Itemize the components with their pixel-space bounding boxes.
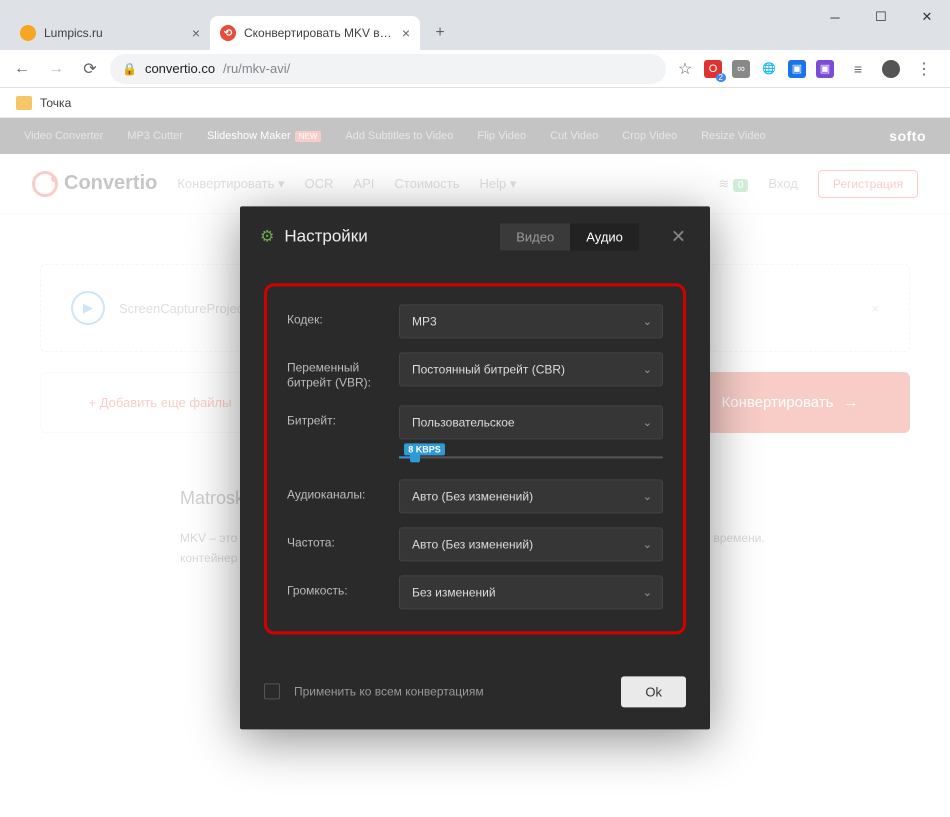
row-frequency: Частота: Авто (Без изменений) ⌄ bbox=[287, 527, 663, 561]
chevron-down-icon: ⌄ bbox=[643, 362, 652, 375]
chevron-down-icon: ⌄ bbox=[643, 586, 652, 599]
browser-tab-convertio[interactable]: ⟲ Сконвертировать MKV в AVI он × bbox=[210, 16, 420, 50]
forward-button[interactable]: → bbox=[42, 55, 70, 83]
url-path: /ru/mkv-avi/ bbox=[223, 61, 290, 76]
gear-icon: ⚙ bbox=[260, 226, 274, 246]
new-tab-button[interactable]: + bbox=[426, 19, 454, 47]
browser-menu-button[interactable]: ⋮ bbox=[910, 55, 938, 83]
highlighted-settings-area: Кодек: MP3 ⌄ Переменный битрейт (VBR): П… bbox=[264, 283, 686, 634]
select-frequency[interactable]: Авто (Без изменений) ⌄ bbox=[399, 527, 663, 561]
select-vbr[interactable]: Постоянный битрейт (CBR) ⌄ bbox=[399, 352, 663, 386]
apply-all-checkbox[interactable] bbox=[264, 684, 280, 700]
label-channels: Аудиоканалы: bbox=[287, 479, 387, 503]
chevron-down-icon: ⌄ bbox=[643, 314, 652, 327]
select-value: Без изменений bbox=[412, 585, 496, 599]
row-volume: Громкость: Без изменений ⌄ bbox=[287, 575, 663, 609]
modal-header: ⚙ Настройки Видео Аудио ✕ bbox=[240, 206, 710, 267]
lock-icon: 🔒 bbox=[122, 62, 137, 76]
row-codec: Кодек: MP3 ⌄ bbox=[287, 304, 663, 338]
reload-button[interactable]: ⟳ bbox=[76, 55, 104, 83]
modal-title: Настройки bbox=[284, 226, 367, 246]
select-value: Авто (Без изменений) bbox=[412, 489, 533, 503]
extension-icon[interactable]: ▣ bbox=[816, 60, 834, 78]
ok-button[interactable]: Ok bbox=[621, 676, 686, 707]
window-controls: ─ ☐ ✕ bbox=[812, 0, 950, 34]
select-channels[interactable]: Авто (Без изменений) ⌄ bbox=[399, 479, 663, 513]
extension-icon[interactable]: 🌐 bbox=[760, 60, 778, 78]
folder-icon bbox=[16, 96, 32, 110]
extension-icon[interactable]: ▣ bbox=[788, 60, 806, 78]
settings-modal: ⚙ Настройки Видео Аудио ✕ Кодек: MP3 ⌄ bbox=[240, 206, 710, 729]
select-value: MP3 bbox=[412, 314, 437, 328]
bookmark-star-icon[interactable]: ☆ bbox=[676, 60, 694, 78]
tab-video[interactable]: Видео bbox=[500, 223, 570, 250]
bitrate-slider[interactable]: 8 KBPS bbox=[399, 449, 663, 465]
row-bitrate: Битрейт: Пользовательское ⌄ 8 KBPS bbox=[287, 405, 663, 465]
close-window-button[interactable]: ✕ bbox=[904, 0, 950, 34]
slider-thumb[interactable] bbox=[410, 452, 420, 462]
extension-icon[interactable]: ∞ bbox=[732, 60, 750, 78]
label-codec: Кодек: bbox=[287, 304, 387, 328]
modal-footer: Применить ко всем конвертациям Ok bbox=[240, 658, 710, 729]
apply-all-label: Применить ко всем конвертациям bbox=[294, 685, 607, 699]
profile-avatar[interactable] bbox=[882, 60, 900, 78]
tab-audio[interactable]: Аудио bbox=[570, 223, 639, 250]
row-vbr: Переменный битрейт (VBR): Постоянный бит… bbox=[287, 352, 663, 391]
close-tab-icon[interactable]: × bbox=[402, 25, 410, 41]
slider-track bbox=[399, 456, 663, 458]
url-host: convertio.co bbox=[145, 61, 215, 76]
close-tab-icon[interactable]: × bbox=[192, 25, 200, 41]
label-frequency: Частота: bbox=[287, 527, 387, 551]
label-volume: Громкость: bbox=[287, 575, 387, 599]
chevron-down-icon: ⌄ bbox=[643, 416, 652, 429]
reading-list-icon[interactable]: ≡ bbox=[844, 55, 872, 83]
bookmarks-bar: Точка bbox=[0, 88, 950, 118]
chevron-down-icon: ⌄ bbox=[643, 490, 652, 503]
page-content: Video Converter MP3 Cutter Slideshow Mak… bbox=[0, 118, 950, 817]
minimize-button[interactable]: ─ bbox=[812, 0, 858, 34]
modal-tabs: Видео Аудио bbox=[500, 223, 639, 250]
row-channels: Аудиоканалы: Авто (Без изменений) ⌄ bbox=[287, 479, 663, 513]
tab-strip: Lumpics.ru × ⟲ Сконвертировать MKV в AVI… bbox=[0, 14, 950, 50]
close-modal-button[interactable]: ✕ bbox=[667, 222, 690, 251]
select-codec[interactable]: MP3 ⌄ bbox=[399, 304, 663, 338]
select-value: Пользовательское bbox=[412, 415, 515, 429]
favicon-icon bbox=[20, 25, 36, 41]
browser-toolbar: ← → ⟳ 🔒 convertio.co/ru/mkv-avi/ ☆ O2 ∞ … bbox=[0, 50, 950, 88]
address-bar[interactable]: 🔒 convertio.co/ru/mkv-avi/ bbox=[110, 54, 666, 84]
tab-title: Сконвертировать MKV в AVI он bbox=[244, 26, 394, 40]
select-bitrate[interactable]: Пользовательское ⌄ bbox=[399, 405, 663, 439]
extension-icon[interactable]: O2 bbox=[704, 60, 722, 78]
select-value: Авто (Без изменений) bbox=[412, 537, 533, 551]
extension-badge: 2 bbox=[716, 73, 726, 82]
chevron-down-icon: ⌄ bbox=[643, 538, 652, 551]
back-button[interactable]: ← bbox=[8, 55, 36, 83]
browser-chrome: ─ ☐ ✕ Lumpics.ru × ⟲ Сконвертировать MKV… bbox=[0, 0, 950, 118]
favicon-icon: ⟲ bbox=[220, 25, 236, 41]
tab-title: Lumpics.ru bbox=[44, 26, 184, 40]
browser-tab-lumpics[interactable]: Lumpics.ru × bbox=[10, 16, 210, 50]
select-volume[interactable]: Без изменений ⌄ bbox=[399, 575, 663, 609]
label-bitrate: Битрейт: bbox=[287, 405, 387, 429]
modal-body: Кодек: MP3 ⌄ Переменный битрейт (VBR): П… bbox=[240, 267, 710, 658]
label-vbr: Переменный битрейт (VBR): bbox=[287, 352, 387, 391]
maximize-button[interactable]: ☐ bbox=[858, 0, 904, 34]
extension-icons: ☆ O2 ∞ 🌐 ▣ ▣ ≡ ⋮ bbox=[672, 55, 942, 83]
bookmark-item[interactable]: Точка bbox=[40, 96, 71, 110]
select-value: Постоянный битрейт (CBR) bbox=[412, 362, 565, 376]
window-titlebar: ─ ☐ ✕ bbox=[0, 0, 950, 14]
